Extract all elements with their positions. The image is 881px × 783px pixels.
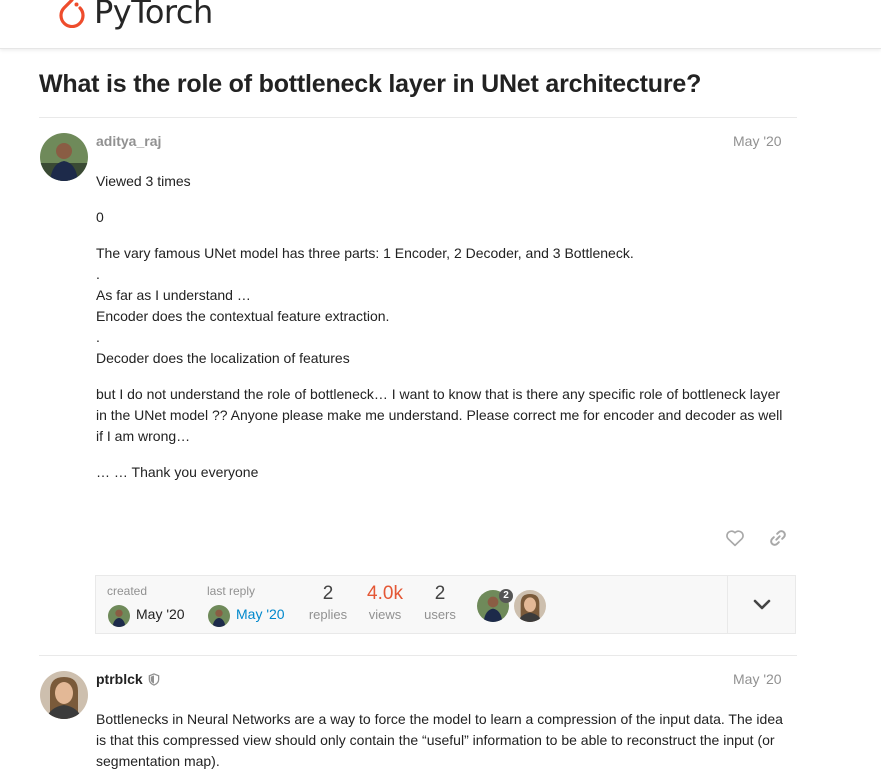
- expand-topic-map-button[interactable]: [727, 576, 795, 633]
- post-paragraph: but I do not understand the role of bott…: [96, 386, 783, 444]
- site-header: PyTorch: [0, 0, 881, 49]
- divider: [39, 117, 797, 118]
- link-icon: [770, 530, 786, 546]
- views-count: 4.0k: [367, 583, 403, 604]
- post-username-container: ptrblck: [96, 671, 160, 687]
- chevron-down-icon: [753, 599, 770, 609]
- site-logo[interactable]: PyTorch: [58, 0, 213, 32]
- post-date[interactable]: May '20: [733, 133, 782, 149]
- post-username[interactable]: aditya_raj: [96, 133, 161, 149]
- pytorch-flame-icon: [59, 0, 85, 28]
- post-paragraph: … … Thank you everyone: [96, 464, 259, 480]
- user-avatar-image: [40, 133, 88, 181]
- created-date[interactable]: May '20: [136, 606, 185, 622]
- last-reply-label: last reply: [207, 584, 256, 598]
- heart-icon: [726, 530, 744, 547]
- user-avatar-image: [208, 605, 230, 627]
- post-username[interactable]: ptrblck: [96, 671, 143, 687]
- user-avatar-image: [40, 671, 88, 719]
- created-label: created: [107, 584, 148, 598]
- users-count: 2: [434, 583, 446, 604]
- topic-title[interactable]: What is the role of bottleneck layer in …: [39, 70, 701, 99]
- replies-label: replies: [308, 607, 348, 622]
- participant-count-badge: 2: [499, 589, 513, 603]
- post-paragraph: 0: [96, 209, 104, 225]
- post-paragraph: Viewed 3 times: [96, 173, 191, 189]
- participant-avatar[interactable]: [514, 590, 546, 622]
- last-reply-date[interactable]: May '20: [236, 606, 285, 622]
- share-button[interactable]: [764, 524, 792, 552]
- avatar[interactable]: [40, 133, 88, 181]
- like-button[interactable]: [721, 524, 749, 552]
- post-paragraph: The vary famous UNet model has three par…: [96, 245, 634, 366]
- avatar[interactable]: [108, 605, 130, 627]
- post-body: Viewed 3 times 0 The vary famous UNet mo…: [96, 171, 786, 483]
- topic-map: created May '20 last reply May '20 2 rep…: [95, 575, 796, 634]
- post-paragraph: Bottlenecks in Neural Networks are a way…: [96, 711, 783, 769]
- user-avatar-image: [514, 590, 546, 622]
- divider: [39, 655, 797, 656]
- shield-icon: [148, 672, 159, 686]
- users-label: users: [424, 607, 456, 622]
- avatar[interactable]: [40, 671, 88, 719]
- user-avatar-image: [108, 605, 130, 627]
- post-body: Bottlenecks in Neural Networks are a way…: [96, 709, 786, 772]
- replies-count: 2: [322, 583, 334, 604]
- post-date[interactable]: May '20: [733, 671, 782, 687]
- views-label: views: [368, 607, 402, 622]
- avatar[interactable]: [208, 605, 230, 627]
- logo-text: PyTorch: [94, 0, 213, 31]
